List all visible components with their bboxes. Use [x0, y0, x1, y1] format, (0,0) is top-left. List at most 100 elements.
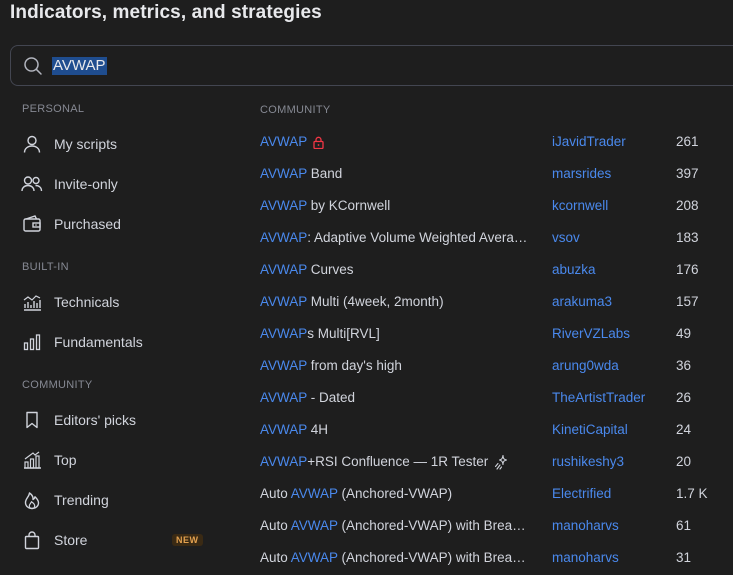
script-name-suffix: Multi (4week, 2month) — [307, 294, 444, 309]
script-name[interactable]: Auto AVWAP (Anchored-VWAP) with Brea… — [260, 518, 532, 533]
sidebar-item-label: Technicals — [54, 294, 120, 310]
author-link[interactable]: RiverVZLabs — [552, 326, 630, 341]
search-match-highlight: AVWAP — [260, 390, 308, 405]
search-icon — [23, 56, 43, 76]
script-name[interactable]: AVWAP by KCornwell — [260, 198, 532, 213]
script-row[interactable]: Auto AVWAP (Anchored-VWAP) Electrified 1.7… — [255, 478, 733, 510]
script-name[interactable]: Auto AVWAP (Anchored-VWAP) — [260, 486, 532, 501]
search-match-highlight: AVWAP — [260, 134, 308, 149]
script-name[interactable]: AVWAP+RSI Confluence — 1R Tester — [260, 454, 532, 470]
script-name[interactable]: AVWAP — [260, 134, 532, 149]
sidebar-item-label: Trending — [54, 492, 109, 508]
dialog-title: Indicators, metrics, and strategies — [10, 2, 322, 23]
lock-icon — [313, 136, 324, 149]
sidebar-item-editors-picks[interactable]: Editors' picks — [14, 403, 214, 437]
script-name-prefix: Auto — [260, 518, 291, 533]
script-name-prefix: Auto — [260, 550, 291, 565]
script-row[interactable]: AVWAP 4H KinetiCapital 24 — [255, 414, 733, 446]
script-name[interactable]: AVWAP 4H — [260, 422, 532, 437]
author-link[interactable]: arung0wda — [552, 358, 619, 373]
sidebar-item-label: Editors' picks — [54, 412, 137, 428]
author-link[interactable]: abuzka — [552, 262, 596, 277]
bookmark-icon — [20, 408, 44, 432]
author-link[interactable]: vsov — [552, 230, 580, 245]
script-row[interactable]: Auto AVWAP (Anchored-VWAP) with Brea… man… — [255, 542, 733, 574]
script-name-suffix: Curves — [307, 262, 354, 277]
technicals-chart-icon — [20, 290, 44, 314]
script-row[interactable]: AVWAP Multi (4week, 2month) arakuma3 157 — [255, 286, 733, 318]
script-name[interactable]: Auto AVWAP (Anchored-VWAP) with Brea… — [260, 550, 532, 565]
search-match-highlight: AVWAP — [260, 326, 308, 341]
search-match-highlight: AVWAP — [290, 518, 338, 533]
sidebar-item-purchased[interactable]: Purchased — [14, 207, 214, 241]
sidebar-item-label: Top — [54, 452, 77, 468]
likes-count: 49 — [676, 326, 692, 341]
search-match-highlight: AVWAP — [260, 422, 308, 437]
sidebar-item-fundamentals[interactable]: Fundamentals — [14, 325, 214, 359]
likes-count: 1.7 K — [676, 486, 708, 501]
sidebar-item-technicals[interactable]: Technicals — [14, 285, 214, 319]
script-row[interactable]: AVWAP by KCornwell kcornwell 208 — [255, 190, 733, 222]
sidebar-item-invite-only[interactable]: Invite-only — [14, 167, 214, 201]
author-link[interactable]: Electrified — [552, 486, 611, 501]
script-name-suffix: s Multi[RVL] — [307, 326, 380, 341]
script-name[interactable]: AVWAP from day's high — [260, 358, 532, 373]
script-name-suffix: - Dated — [307, 390, 356, 405]
author-link[interactable]: KinetiCapital — [552, 422, 628, 437]
script-name[interactable]: AVWAPs Multi[RVL] — [260, 326, 532, 341]
users-icon — [20, 172, 44, 196]
likes-count: 397 — [676, 166, 699, 181]
script-name-suffix: (Anchored-VWAP) — [337, 486, 453, 501]
search-input[interactable]: AVWAP — [52, 57, 107, 75]
script-row[interactable]: AVWAP: Adaptive Volume Weighted Avera… vs… — [255, 222, 733, 254]
sidebar-item-top[interactable]: Top — [14, 443, 214, 477]
author-link[interactable]: manoharvs — [552, 550, 619, 565]
likes-count: 61 — [676, 518, 692, 533]
sidebar-item-label: Purchased — [54, 216, 121, 232]
sidebar-item-trending[interactable]: Trending — [14, 483, 214, 517]
script-name[interactable]: AVWAP Multi (4week, 2month) — [260, 294, 532, 309]
script-name[interactable]: AVWAP Band — [260, 166, 532, 181]
script-name-suffix: by KCornwell — [307, 198, 391, 213]
search-match-highlight: AVWAP — [260, 262, 308, 277]
search-match-highlight: AVWAP — [260, 294, 308, 309]
script-row[interactable]: Auto AVWAP (Anchored-VWAP) with Brea… man… — [255, 510, 733, 542]
script-name-suffix: +RSI Confluence — 1R Tester — [307, 454, 489, 469]
author-link[interactable]: arakuma3 — [552, 294, 612, 309]
author-link[interactable]: iJavidTrader — [552, 134, 626, 149]
script-row[interactable]: AVWAP - Dated TheArtistTrader 26 — [255, 382, 733, 414]
script-row[interactable]: AVWAP+RSI Confluence — 1R Tester rushikes… — [255, 446, 733, 478]
script-name-prefix: Auto — [260, 486, 291, 501]
search-match-highlight: AVWAP — [260, 198, 308, 213]
results-section-label: COMMUNITY — [260, 104, 331, 116]
script-name[interactable]: AVWAP Curves — [260, 262, 532, 277]
sidebar-section-community: COMMUNITY — [22, 379, 93, 391]
sidebar-item-label: Store — [54, 532, 88, 548]
author-link[interactable]: kcornwell — [552, 198, 608, 213]
likes-count: 208 — [676, 198, 699, 213]
script-row[interactable]: AVWAP from day's high arung0wda 36 — [255, 350, 733, 382]
script-row[interactable]: AVWAPs Multi[RVL] RiverVZLabs 49 — [255, 318, 733, 350]
search-box[interactable]: AVWAP — [10, 45, 733, 86]
flame-icon — [20, 488, 44, 512]
author-link[interactable]: manoharvs — [552, 518, 619, 533]
new-badge: NEW — [172, 534, 203, 546]
script-name[interactable]: AVWAP: Adaptive Volume Weighted Avera… — [260, 230, 532, 245]
sidebar-item-label: My scripts — [54, 136, 117, 152]
script-name[interactable]: AVWAP - Dated — [260, 390, 532, 405]
script-row[interactable]: AVWAP Curves abuzka 176 — [255, 254, 733, 286]
sparkle-icon — [494, 454, 510, 470]
script-row[interactable]: AVWAP Band marsrides 397 — [255, 158, 733, 190]
likes-count: 176 — [676, 262, 699, 277]
author-link[interactable]: marsrides — [552, 166, 611, 181]
author-link[interactable]: TheArtistTrader — [552, 390, 645, 405]
script-name-suffix: from day's high — [307, 358, 402, 373]
shopping-bag-icon — [20, 528, 44, 552]
sidebar-item-my-scripts[interactable]: My scripts — [14, 127, 214, 161]
script-row[interactable]: AVWAP iJavidTrader 261 — [255, 126, 733, 158]
script-name-suffix: (Anchored-VWAP) with Brea… — [337, 518, 526, 533]
search-match-highlight: AVWAP — [260, 230, 308, 245]
script-name-suffix: Band — [307, 166, 343, 181]
search-match-highlight: AVWAP — [290, 550, 338, 565]
author-link[interactable]: rushikeshy3 — [552, 454, 624, 469]
